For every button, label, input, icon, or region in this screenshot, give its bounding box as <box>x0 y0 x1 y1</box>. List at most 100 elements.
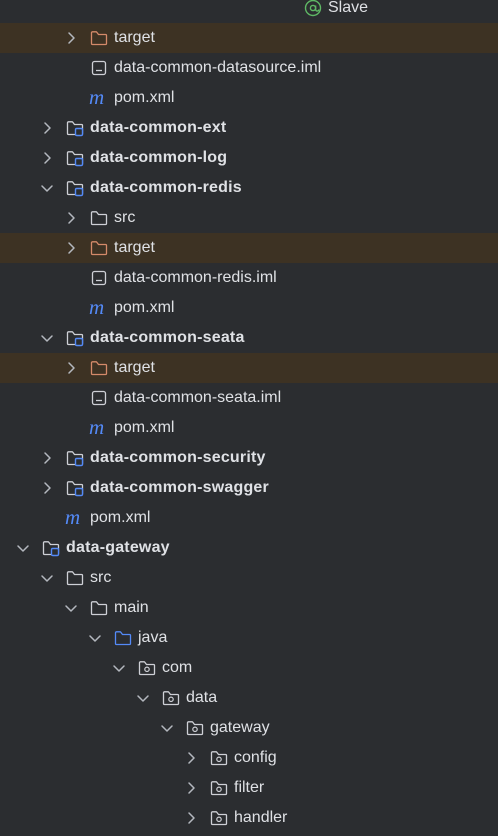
tree-row[interactable]: src <box>0 563 498 593</box>
module-icon <box>66 149 84 167</box>
package-icon <box>186 719 204 737</box>
chevron-down-icon[interactable] <box>136 691 150 705</box>
tree-item-label: Slave <box>328 0 369 16</box>
tree-item-label: java <box>138 629 168 646</box>
svg-text:m: m <box>65 509 80 527</box>
tree-item-label: data-common-security <box>90 449 266 466</box>
tree-row[interactable]: gateway <box>0 713 498 743</box>
module-icon <box>66 329 84 347</box>
chevron-right-icon[interactable] <box>40 151 54 165</box>
tree-item-label: pom.xml <box>114 89 175 106</box>
package-icon <box>162 689 180 707</box>
tree-row[interactable]: target <box>0 233 498 263</box>
folder-icon <box>90 599 108 617</box>
tree-item-label: handler <box>234 809 288 826</box>
tree-row[interactable]: data-common-redis.iml <box>0 263 498 293</box>
folder-icon <box>90 209 108 227</box>
maven-icon: m <box>89 85 109 109</box>
maven-icon: m <box>89 415 109 439</box>
tree-row[interactable]: handler <box>0 803 498 833</box>
chevron-down-icon[interactable] <box>88 631 102 645</box>
tree-row[interactable]: data-gateway <box>0 533 498 563</box>
tree-item-label: src <box>90 569 112 586</box>
chevron-down-icon[interactable] <box>64 601 78 615</box>
chevron-right-icon[interactable] <box>64 241 78 255</box>
tree-item-label: pom.xml <box>90 509 151 526</box>
tree-row[interactable]: data <box>0 683 498 713</box>
tree-row[interactable]: java <box>0 623 498 653</box>
chevron-right-icon[interactable] <box>184 811 198 825</box>
iml-file-icon <box>90 389 108 407</box>
chevron-right-icon[interactable] <box>40 481 54 495</box>
tree-item-label: data-common-swagger <box>90 479 269 496</box>
chevron-right-icon[interactable] <box>64 361 78 375</box>
chevron-down-icon[interactable] <box>40 571 54 585</box>
maven-icon: m <box>89 295 109 319</box>
tree-item-label: main <box>114 599 149 616</box>
tree-item-label: data <box>186 689 218 706</box>
project-tree: Slave target data-common-datasource.iml m po… <box>0 0 498 836</box>
tree-row[interactable]: m pom.xml <box>0 503 498 533</box>
tree-row[interactable]: data-common-ext <box>0 113 498 143</box>
source-folder-icon <box>114 629 132 647</box>
excluded-folder-icon <box>90 239 108 257</box>
tree-row[interactable]: filter <box>0 773 498 803</box>
tree-row[interactable]: target <box>0 353 498 383</box>
package-icon <box>210 779 228 797</box>
iml-file-icon <box>90 269 108 287</box>
tree-row[interactable]: data-common-seata.iml <box>0 383 498 413</box>
tree-row[interactable]: m pom.xml <box>0 83 498 113</box>
chevron-down-icon[interactable] <box>40 181 54 195</box>
tree-item-label: pom.xml <box>114 299 175 316</box>
module-icon <box>66 479 84 497</box>
chevron-down-icon[interactable] <box>16 541 30 555</box>
package-icon <box>210 749 228 767</box>
tree-item-label: data-common-seata <box>90 329 245 346</box>
tree-row[interactable]: m pom.xml <box>0 413 498 443</box>
tree-row[interactable]: config <box>0 743 498 773</box>
tree-row[interactable]: com <box>0 653 498 683</box>
chevron-down-icon[interactable] <box>160 721 174 735</box>
tree-item-label: data-common-log <box>90 149 228 166</box>
module-icon <box>66 179 84 197</box>
tree-row[interactable]: data-common-seata <box>0 323 498 353</box>
tree-row[interactable]: data-common-redis <box>0 173 498 203</box>
svg-text:m: m <box>89 419 104 437</box>
tree-row[interactable]: Slave <box>0 0 498 23</box>
chevron-right-icon[interactable] <box>184 751 198 765</box>
svg-text:m: m <box>89 89 104 107</box>
tree-item-label: data-common-ext <box>90 119 227 136</box>
module-icon <box>66 119 84 137</box>
tree-row[interactable]: data-common-log <box>0 143 498 173</box>
package-icon <box>210 809 228 827</box>
chevron-down-icon[interactable] <box>40 331 54 345</box>
chevron-right-icon[interactable] <box>64 31 78 45</box>
tree-item-label: data-common-datasource.iml <box>114 59 322 76</box>
tree-row[interactable]: data-common-datasource.iml <box>0 53 498 83</box>
tree-item-label: src <box>114 209 136 226</box>
iml-file-icon <box>90 59 108 77</box>
chevron-down-icon[interactable] <box>112 661 126 675</box>
chevron-right-icon[interactable] <box>64 211 78 225</box>
chevron-right-icon[interactable] <box>40 451 54 465</box>
tree-row[interactable]: m pom.xml <box>0 293 498 323</box>
tree-item-label: pom.xml <box>114 419 175 436</box>
tree-row[interactable]: data-common-security <box>0 443 498 473</box>
module-icon <box>42 539 60 557</box>
tree-item-label: config <box>234 749 277 766</box>
folder-icon <box>66 569 84 587</box>
tree-item-label: target <box>114 359 155 376</box>
module-icon <box>66 449 84 467</box>
excluded-folder-icon <box>90 29 108 47</box>
tree-item-label: com <box>162 659 193 676</box>
tree-item-label: data-common-seata.iml <box>114 389 282 406</box>
tree-row[interactable]: main <box>0 593 498 623</box>
chevron-right-icon[interactable] <box>184 781 198 795</box>
tree-item-label: target <box>114 239 155 256</box>
chevron-right-icon[interactable] <box>40 121 54 135</box>
tree-row[interactable]: src <box>0 203 498 233</box>
maven-icon: m <box>65 505 85 529</box>
tree-row[interactable]: target <box>0 23 498 53</box>
tree-item-label: gateway <box>210 719 270 736</box>
tree-row[interactable]: data-common-swagger <box>0 473 498 503</box>
